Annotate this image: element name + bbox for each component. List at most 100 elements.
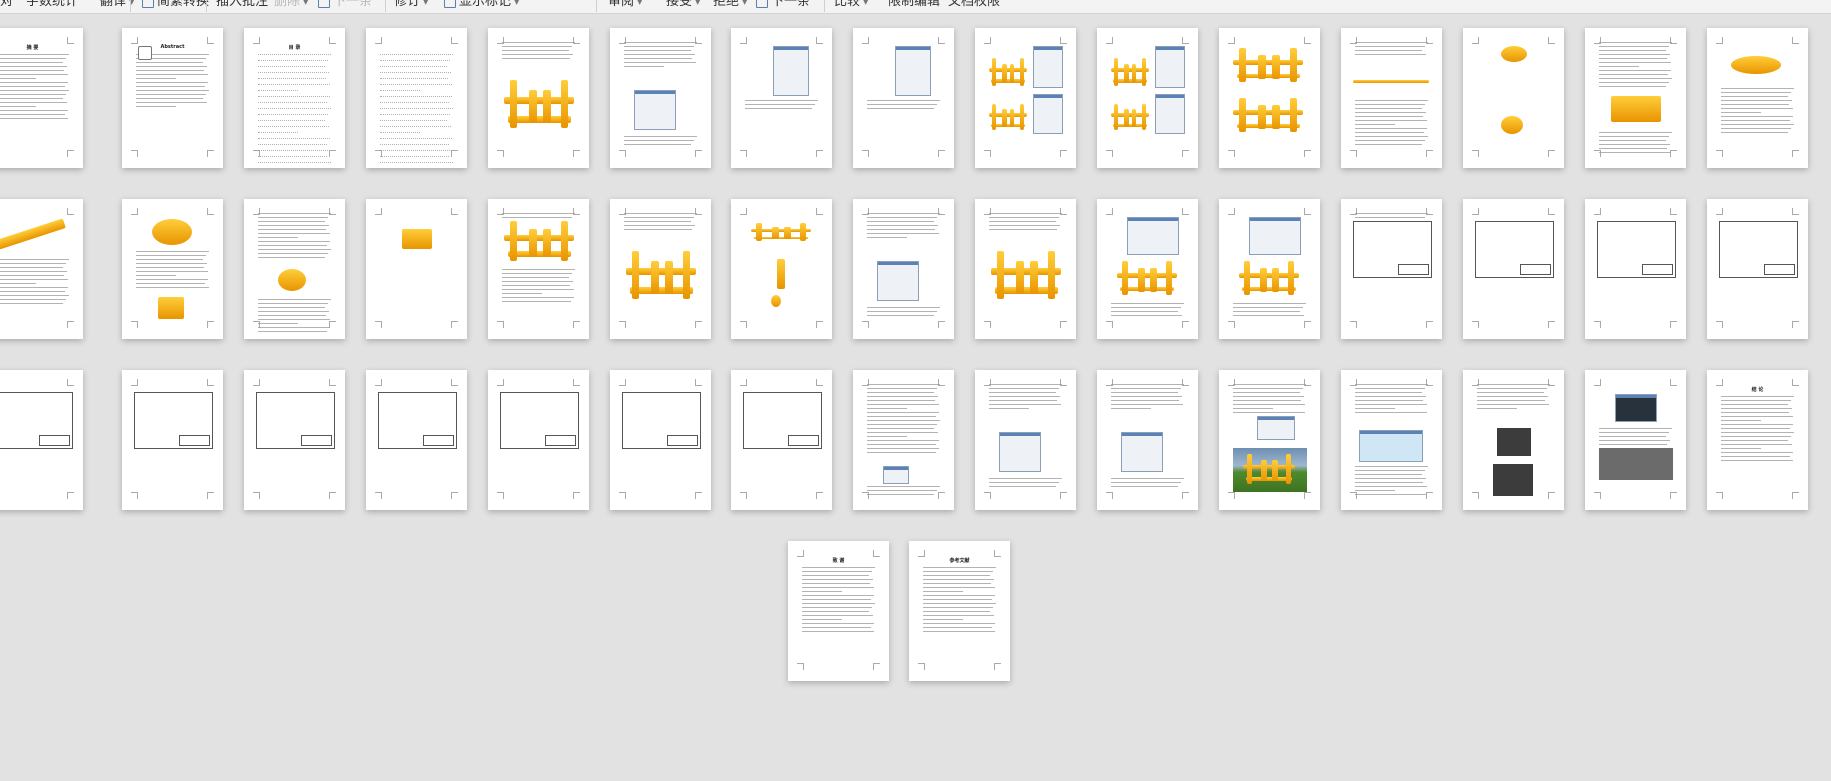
crop-mark	[207, 321, 214, 328]
crop-mark	[873, 663, 880, 670]
part-render-image	[1353, 80, 1429, 83]
crop-mark	[695, 379, 702, 386]
page-thumbnail-21[interactable]	[610, 199, 711, 339]
dropdown-caret-icon: ▼	[423, 0, 429, 6]
crop-mark	[695, 321, 702, 328]
crop-mark	[1350, 150, 1357, 157]
crop-mark	[207, 208, 214, 215]
page-thumbnail-37[interactable]	[731, 370, 832, 510]
page-thumbnail-29[interactable]	[1585, 199, 1686, 339]
dropdown-caret-icon: ▼	[514, 0, 520, 6]
crop-mark	[1182, 37, 1189, 44]
page-thumbnail-17[interactable]	[122, 199, 223, 339]
crop-mark	[1716, 492, 1723, 499]
toolbar-item-8[interactable]: 显示标记 ▼	[444, 0, 519, 10]
crop-mark	[1716, 379, 1723, 386]
toolbar-item-label: 接受	[666, 0, 693, 9]
page-thumbnail-19[interactable]	[366, 199, 467, 339]
page-thumbnail-30[interactable]	[1707, 199, 1808, 339]
dialog-screenshot	[1155, 94, 1185, 134]
page-thumbnail-20[interactable]	[488, 199, 589, 339]
page-thumbnail-8[interactable]	[853, 28, 954, 168]
toolbar-item-15[interactable]: 文档权限	[948, 0, 1000, 10]
toolbar-item-4[interactable]: 插入批注	[216, 0, 268, 10]
toolbar-item-3[interactable]: 简繁转换	[142, 0, 209, 10]
toolbar-item-12[interactable]: 下一条	[756, 0, 810, 10]
crop-mark	[1106, 208, 1113, 215]
crop-mark	[1594, 321, 1601, 328]
page-thumbnail-27[interactable]	[1341, 199, 1442, 339]
page-thumbnail-1[interactable]: 摘 要	[0, 28, 83, 168]
toolbar-item-11[interactable]: 拒绝 ▼	[713, 0, 747, 10]
page-thumbnail-46[interactable]: 致 谢	[788, 541, 889, 681]
page-thumbnail-23[interactable]	[853, 199, 954, 339]
page-thumbnail-45[interactable]: 结 论	[1707, 370, 1808, 510]
page-text-block	[867, 100, 940, 112]
page-thumbnail-9[interactable]	[975, 28, 1076, 168]
crop-mark	[1792, 379, 1799, 386]
page-thumbnail-12[interactable]	[1341, 28, 1442, 168]
toolbar-item-7[interactable]: 修订 ▼	[394, 0, 428, 10]
page-thumbnail-15[interactable]	[1707, 28, 1808, 168]
page-thumbnail-22[interactable]	[731, 199, 832, 339]
dropdown-caret-icon: ▼	[637, 0, 643, 6]
page-thumbnail-26[interactable]	[1219, 199, 1320, 339]
page-thumbnail-6[interactable]	[610, 28, 711, 168]
toolbar-item-6[interactable]: 下一条	[318, 0, 372, 10]
crop-mark	[862, 37, 869, 44]
page-thumbnail-28[interactable]	[1463, 199, 1564, 339]
toolbar-separator	[385, 0, 386, 12]
page-thumbnail-43[interactable]	[1463, 370, 1564, 510]
toolbar-item-13[interactable]: 比较 ▼	[834, 0, 868, 10]
toolbar-item-label: 拒绝	[713, 0, 740, 9]
crop-mark	[1670, 492, 1677, 499]
crop-mark	[1106, 321, 1113, 328]
toolbar-item-1[interactable]: 字数统计	[26, 0, 78, 10]
engineering-drawing	[743, 392, 822, 449]
page-text-block	[1721, 396, 1794, 464]
page-text-block	[258, 52, 331, 168]
page-thumbnail-38[interactable]	[853, 370, 954, 510]
toolbar-item-10[interactable]: 接受 ▼	[666, 0, 700, 10]
toolbar-item-9[interactable]: 审阅 ▼	[608, 0, 642, 10]
page-thumbnail-4[interactable]	[366, 28, 467, 168]
page-thumbnail-3[interactable]: 目 录	[244, 28, 345, 168]
engineering-drawing	[1597, 221, 1676, 278]
page-thumbnail-11[interactable]	[1219, 28, 1320, 168]
page-thumbnail-35[interactable]	[488, 370, 589, 510]
page-thumbnail-47[interactable]: 参考文献	[909, 541, 1010, 681]
page-thumbnail-13[interactable]	[1463, 28, 1564, 168]
page-thumbnail-32[interactable]	[122, 370, 223, 510]
page-thumbnail-14[interactable]	[1585, 28, 1686, 168]
toolbar-item-5[interactable]: 删除 ▼	[274, 0, 308, 10]
page-thumbnail-41[interactable]	[1219, 370, 1320, 510]
page-thumbnail-36[interactable]	[610, 370, 711, 510]
crop-mark	[67, 321, 74, 328]
page-thumbnail-33[interactable]	[244, 370, 345, 510]
page-text-block	[923, 567, 996, 635]
model-render-image	[1233, 48, 1303, 82]
page-thumbnail-5[interactable]	[488, 28, 589, 168]
page-thumbnail-24[interactable]	[975, 199, 1076, 339]
page-heading: 参考文献	[949, 558, 970, 564]
toolbar-item-14[interactable]: 限制编辑	[888, 0, 940, 10]
crop-mark	[497, 150, 504, 157]
crop-mark	[1426, 321, 1433, 328]
page-thumbnail-25[interactable]	[1097, 199, 1198, 339]
crop-mark	[1792, 321, 1799, 328]
page-thumbnail-31[interactable]	[0, 370, 83, 510]
crop-mark	[131, 37, 138, 44]
page-thumbnail-34[interactable]	[366, 370, 467, 510]
page-thumbnail-18[interactable]	[244, 199, 345, 339]
page-thumbnail-40[interactable]	[1097, 370, 1198, 510]
page-thumbnail-39[interactable]	[975, 370, 1076, 510]
toolbar-item-label: 翻译	[100, 0, 127, 9]
crop-mark	[1182, 321, 1189, 328]
toolbar-item-0[interactable]: 对	[0, 0, 13, 10]
page-thumbnail-2[interactable]: Abstract	[122, 28, 223, 168]
page-thumbnail-44[interactable]	[1585, 370, 1686, 510]
page-thumbnail-16[interactable]	[0, 199, 83, 339]
page-thumbnail-10[interactable]	[1097, 28, 1198, 168]
page-thumbnail-42[interactable]	[1341, 370, 1442, 510]
page-thumbnail-7[interactable]	[731, 28, 832, 168]
